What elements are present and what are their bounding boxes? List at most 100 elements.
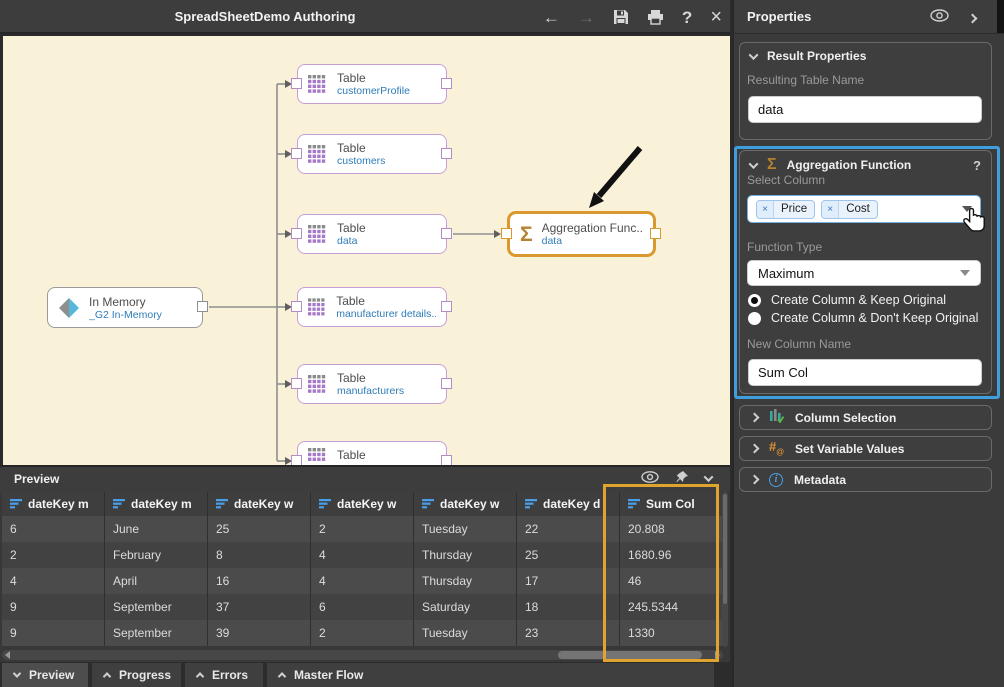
resulting-table-name-input[interactable] xyxy=(748,96,982,123)
chevron-down-icon xyxy=(749,50,759,60)
cell: 23 xyxy=(517,620,620,646)
bottom-tab-bar: Preview Progress Errors Master Flow xyxy=(0,662,730,687)
output-port[interactable] xyxy=(441,148,452,159)
vertical-scrollbar[interactable] xyxy=(722,492,728,647)
input-port[interactable] xyxy=(291,301,302,312)
preview-table: dateKey m dateKey m dateKey w dateKey w … xyxy=(2,492,723,646)
print-icon[interactable] xyxy=(647,9,664,25)
node-subtitle: data xyxy=(542,235,643,247)
horizontal-scrollbar-thumb[interactable] xyxy=(558,651,702,659)
column-header[interactable]: dateKey w xyxy=(311,492,414,516)
eye-icon[interactable] xyxy=(641,470,659,488)
pin-icon[interactable] xyxy=(675,470,689,489)
chip-cost[interactable]: × Cost xyxy=(821,200,878,219)
chevron-up-icon xyxy=(278,672,286,680)
table-row: 9September376Saturday18245.5344 xyxy=(2,594,723,620)
scroll-left-icon[interactable] xyxy=(5,651,10,659)
radio-dont-keep-original[interactable]: Create Column & Don't Keep Original xyxy=(748,311,978,325)
output-port[interactable] xyxy=(441,378,452,389)
radio-selected-icon[interactable] xyxy=(748,294,761,307)
radio-keep-original[interactable]: Create Column & Keep Original xyxy=(748,293,946,307)
select-column-multiselect[interactable]: × Price × Cost xyxy=(747,195,981,223)
forward-icon[interactable]: → xyxy=(578,9,595,26)
cell: 18 xyxy=(517,594,620,620)
scroll-right-icon[interactable] xyxy=(715,651,720,659)
node-title: Table xyxy=(337,221,366,235)
input-port[interactable] xyxy=(291,378,302,389)
collapse-panel-icon[interactable] xyxy=(968,13,978,23)
node-subtitle: manufacturer details... xyxy=(336,308,436,320)
function-type-label: Function Type xyxy=(747,240,822,254)
help-icon[interactable]: ? xyxy=(682,9,692,26)
input-port[interactable] xyxy=(291,148,302,159)
node-in-memory[interactable]: In Memory_G2 In-Memory xyxy=(47,287,203,328)
tab-progress[interactable]: Progress xyxy=(92,663,181,687)
column-header[interactable]: dateKey w xyxy=(208,492,311,516)
input-port[interactable] xyxy=(291,228,302,239)
window-title: SpreadSheetDemo Authoring xyxy=(0,0,530,34)
cell: Thursday xyxy=(414,568,517,594)
node-aggregation-function[interactable]: Σ Aggregation Func...data xyxy=(507,211,656,257)
input-port[interactable] xyxy=(291,78,302,89)
input-port[interactable] xyxy=(501,228,512,239)
section-header-result-properties[interactable]: Result Properties xyxy=(740,43,991,69)
eye-icon[interactable] xyxy=(930,9,949,27)
node-table-manufacturer-details[interactable]: Tablemanufacturer details... xyxy=(297,287,447,327)
cell: 22 xyxy=(517,516,620,542)
save-icon[interactable] xyxy=(613,9,629,25)
input-port[interactable] xyxy=(291,455,302,465)
function-type-select[interactable]: Maximum xyxy=(747,260,981,286)
table-row: 2February84Thursday251680.96 xyxy=(2,542,723,568)
horizontal-scrollbar[interactable] xyxy=(2,650,723,660)
select-column-label: Select Column xyxy=(747,173,825,187)
cell: September xyxy=(105,620,208,646)
output-port[interactable] xyxy=(197,301,208,312)
new-column-name-input[interactable] xyxy=(748,359,982,386)
remove-chip-icon[interactable]: × xyxy=(822,201,839,218)
column-header[interactable]: dateKey m xyxy=(2,492,105,516)
cell: Tuesday xyxy=(414,516,517,542)
table-grid-icon xyxy=(308,375,328,393)
close-icon[interactable]: × xyxy=(710,7,722,27)
chip-price[interactable]: × Price xyxy=(756,200,815,219)
section-set-variable-values[interactable]: #@ Set Variable Values xyxy=(739,436,992,461)
remove-chip-icon[interactable]: × xyxy=(757,201,774,218)
cell: June xyxy=(105,516,208,542)
panel-scrollbar[interactable] xyxy=(997,0,1004,33)
cell: 2 xyxy=(311,516,414,542)
help-icon[interactable]: ? xyxy=(973,158,981,173)
column-header[interactable]: dateKey w xyxy=(414,492,517,516)
cell: 4 xyxy=(311,542,414,568)
collapse-preview-icon[interactable] xyxy=(704,472,714,482)
back-icon[interactable]: ← xyxy=(543,9,560,26)
table-grid-icon xyxy=(308,298,327,316)
column-header[interactable]: dateKey m xyxy=(105,492,208,516)
output-port[interactable] xyxy=(441,228,452,239)
tab-master-flow[interactable]: Master Flow xyxy=(267,663,714,687)
node-title: Table xyxy=(337,448,366,462)
output-port[interactable] xyxy=(441,301,452,312)
sigma-icon: Σ xyxy=(767,157,777,173)
tab-errors[interactable]: Errors xyxy=(185,663,263,687)
column-header[interactable]: dateKey d xyxy=(517,492,620,516)
vertical-scrollbar-thumb[interactable] xyxy=(723,494,727,604)
cell: 4 xyxy=(2,568,105,594)
output-port[interactable] xyxy=(441,78,452,89)
output-port[interactable] xyxy=(650,228,661,239)
node-table-customerprofile[interactable]: TablecustomerProfile xyxy=(297,64,447,104)
node-subtitle: customers xyxy=(337,155,385,167)
table-row: 6June252Tuesday2220.808 xyxy=(2,516,723,542)
app-window: SpreadSheetDemo Authoring ← → ? × xyxy=(0,0,1004,687)
radio-unselected-icon[interactable] xyxy=(748,312,761,325)
section-column-selection[interactable]: Column Selection xyxy=(739,405,992,430)
node-table-data[interactable]: Tabledata xyxy=(297,214,447,254)
column-header-sum-col[interactable]: Sum Col xyxy=(620,492,723,516)
section-metadata[interactable]: i Metadata xyxy=(739,467,992,492)
output-port[interactable] xyxy=(441,455,452,465)
node-table-manufacturers[interactable]: Tablemanufacturers xyxy=(297,364,447,404)
cell: 2 xyxy=(311,620,414,646)
tab-preview[interactable]: Preview xyxy=(2,663,88,687)
node-table-partial[interactable]: Table xyxy=(297,441,447,465)
node-table-customers[interactable]: Tablecustomers xyxy=(297,134,447,174)
titlebar: SpreadSheetDemo Authoring ← → ? × xyxy=(0,0,730,34)
